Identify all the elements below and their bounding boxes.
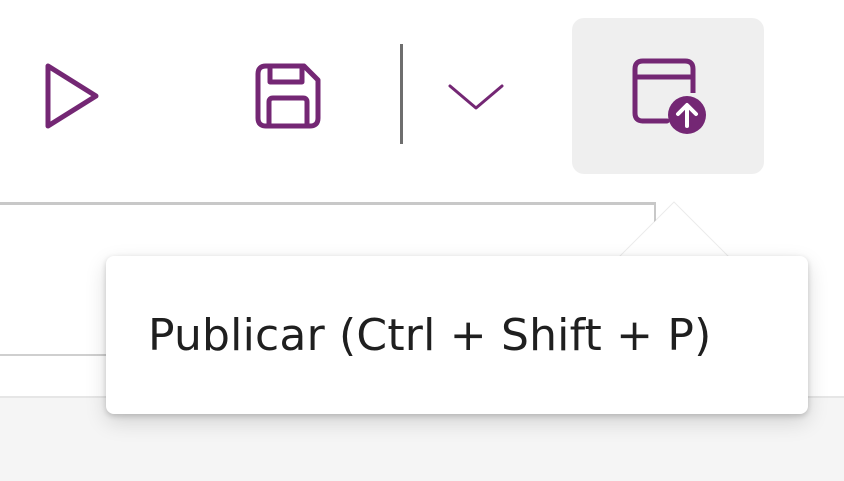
save-icon xyxy=(255,63,321,129)
chevron-down-icon xyxy=(448,84,504,110)
tooltip-beak xyxy=(618,201,730,258)
play-icon xyxy=(45,63,99,129)
command-bar xyxy=(0,0,844,190)
save-options-dropdown-button[interactable] xyxy=(430,60,522,132)
save-button[interactable] xyxy=(236,44,340,148)
publish-icon xyxy=(632,58,706,134)
publish-button[interactable] xyxy=(572,18,764,174)
publish-tooltip: Publicar (Ctrl + Shift + P) xyxy=(106,256,808,414)
tooltip-text: Publicar (Ctrl + Shift + P) xyxy=(148,309,712,361)
play-button[interactable] xyxy=(20,48,120,144)
toolbar-divider xyxy=(400,44,403,144)
